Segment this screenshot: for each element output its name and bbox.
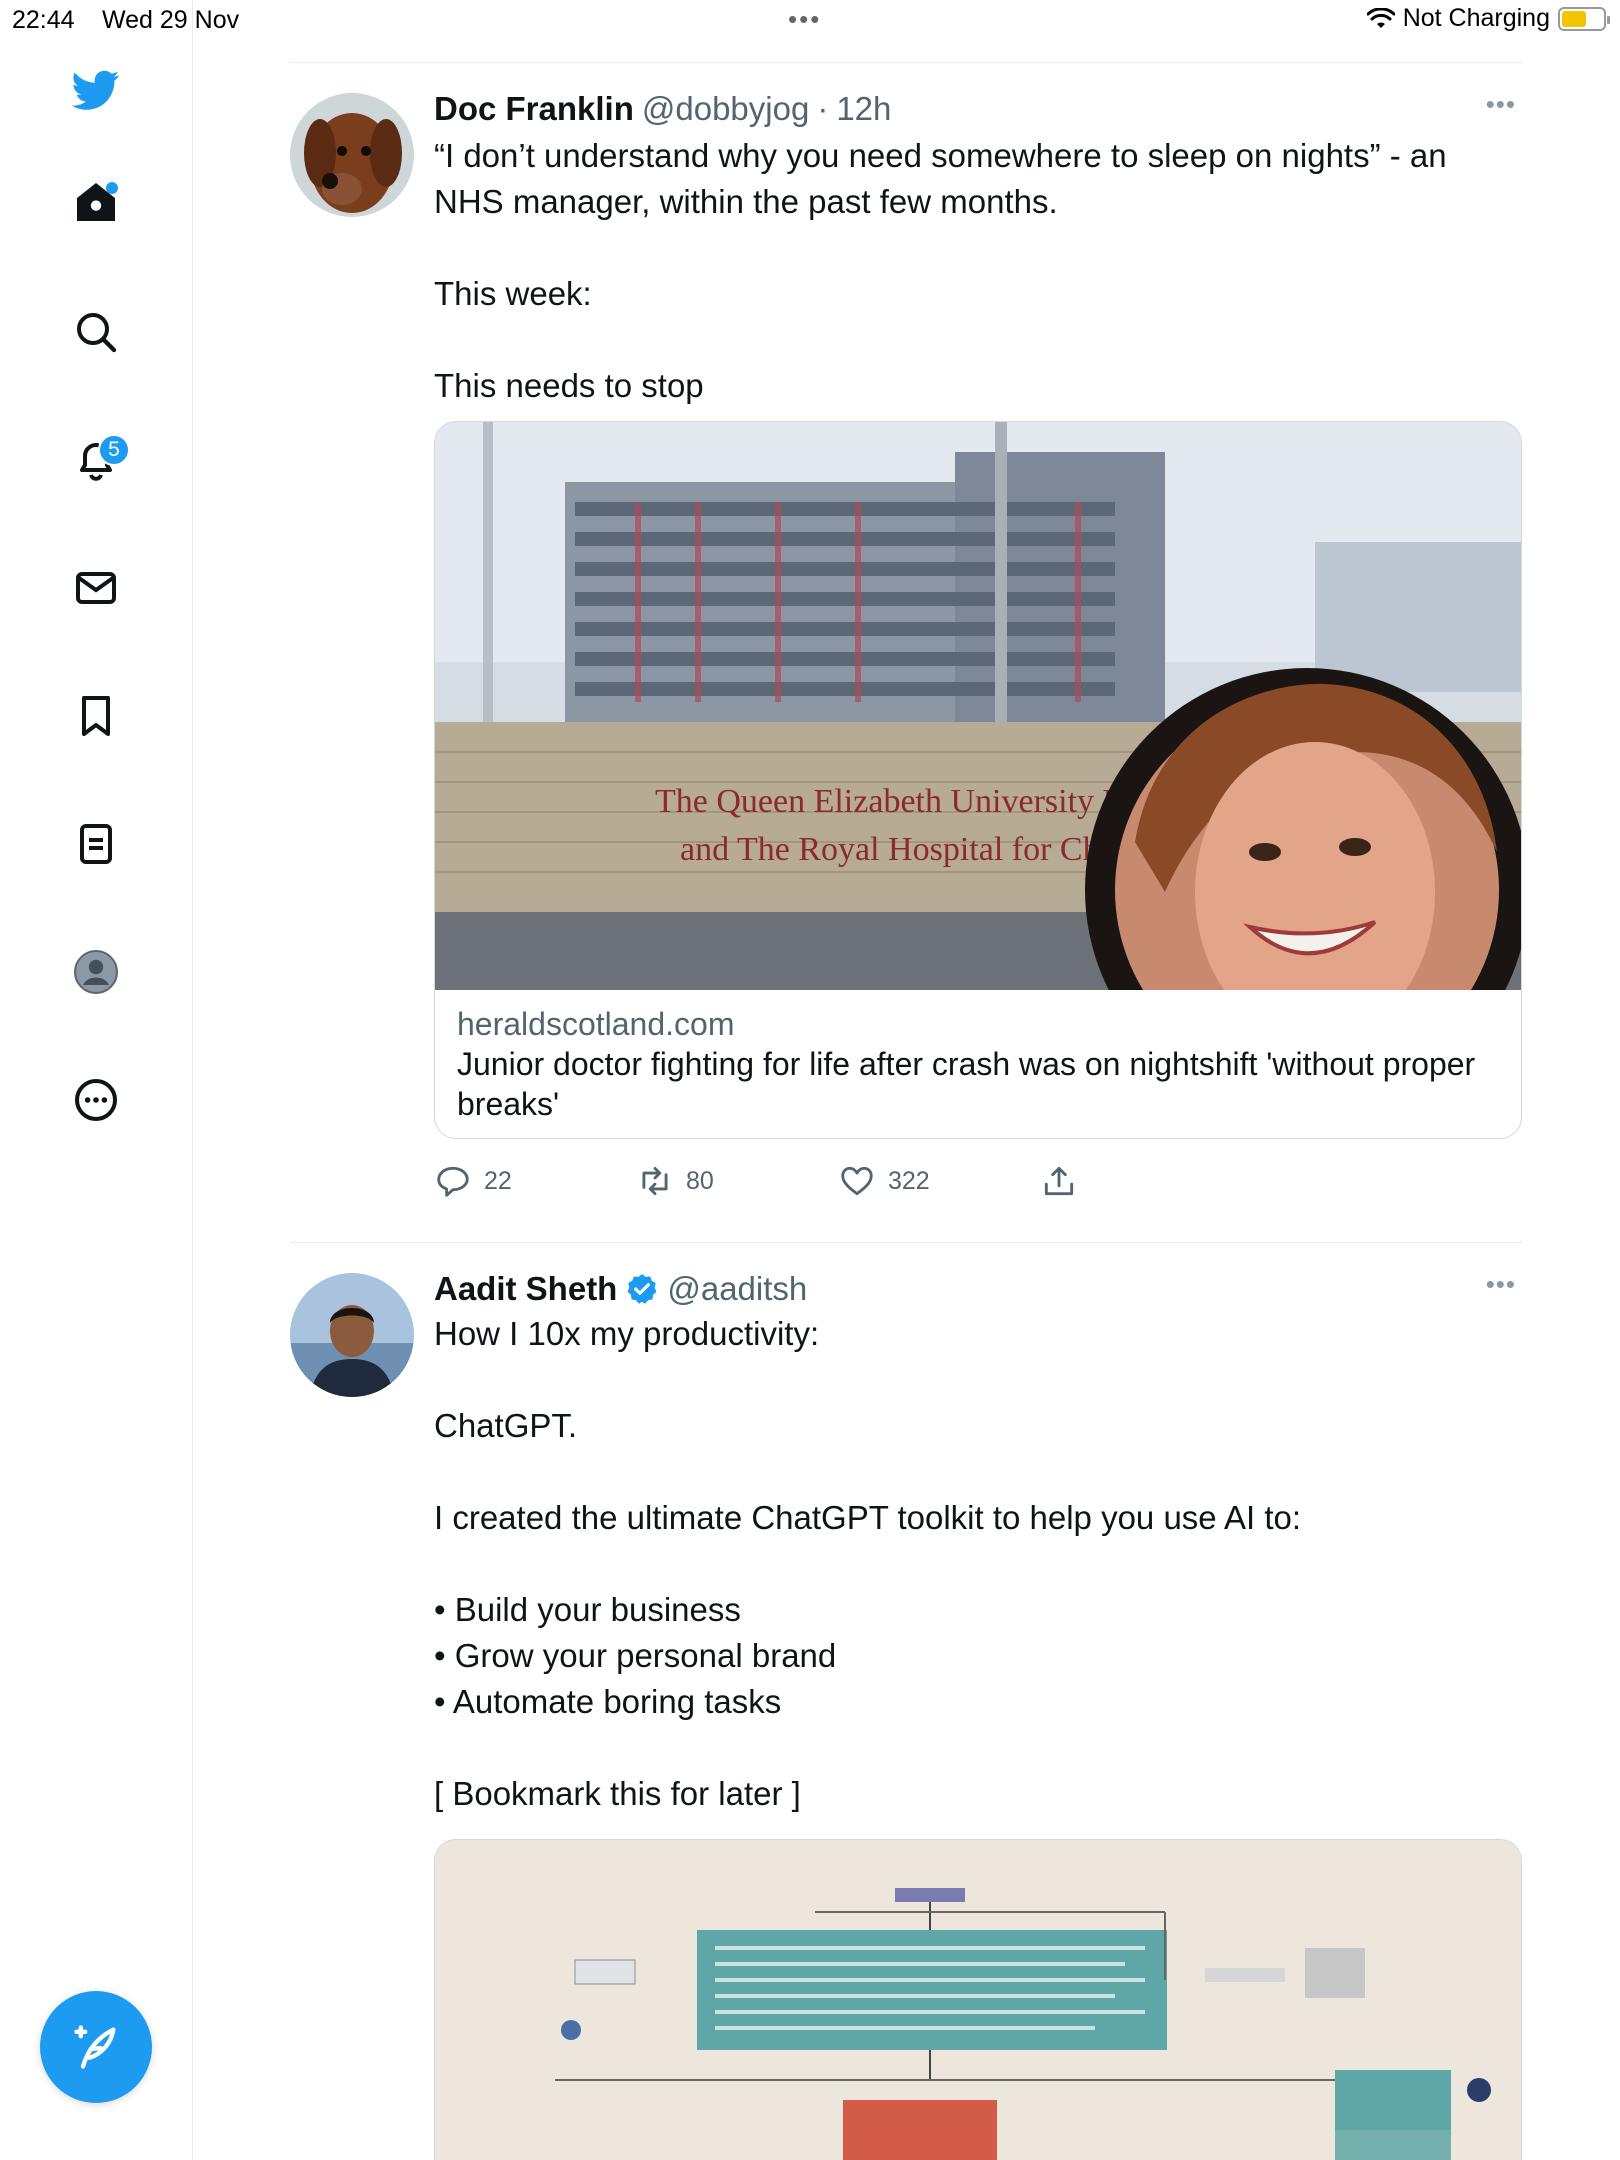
sidebar-item-more[interactable]	[66, 1070, 126, 1130]
sidebar-item-bookmarks[interactable]	[66, 686, 126, 746]
link-card-title: Junior doctor fighting for life after cr…	[457, 1046, 1476, 1122]
tweet-text-line	[434, 1357, 1522, 1403]
tweet-text-line: This needs to stop	[434, 367, 704, 404]
link-card-domain: heraldscotland.com	[457, 1006, 735, 1042]
retweet-button[interactable]: 80	[636, 1162, 838, 1200]
tweet-text-line: • Build your business	[434, 1591, 741, 1628]
reply-count: 22	[484, 1166, 512, 1195]
avatar[interactable]	[290, 1273, 414, 1397]
toolkit-diagram-image	[435, 1840, 1521, 2160]
bookmark-icon	[82, 696, 110, 736]
tweet-body: Aadit Sheth @aaditsh ••• How I 10x my pr…	[434, 1269, 1522, 2160]
retweet-icon	[642, 1166, 668, 1196]
separator-dot: ·	[817, 90, 829, 127]
author-name[interactable]: Aadit Sheth	[434, 1269, 617, 1309]
profile-icon	[74, 950, 118, 994]
tweet-text: How I 10x my productivity: ChatGPT. I cr…	[434, 1311, 1522, 1817]
battery-icon	[1558, 6, 1610, 31]
link-card[interactable]: The Queen Elizabeth University Hos and T…	[434, 421, 1522, 1139]
timeline-feed: Doc Franklin @dobbyjog · 12h ••• “I don’…	[290, 62, 1522, 2160]
tweet-header: Aadit Sheth @aaditsh	[434, 1269, 1522, 1309]
tweet-text-line: I created the ultimate ChatGPT toolkit t…	[434, 1499, 1302, 1536]
author-handle[interactable]: @dobbyjog	[642, 89, 809, 129]
sidebar-item-profile[interactable]	[66, 942, 126, 1002]
search-icon	[77, 313, 117, 353]
battery-status-text: Not Charging	[1402, 4, 1550, 32]
tweet[interactable]: Aadit Sheth @aaditsh ••• How I 10x my pr…	[290, 1243, 1522, 2160]
tweet-text-line	[434, 225, 1522, 271]
sidebar-item-notifications[interactable]: 5	[66, 430, 130, 490]
like-button[interactable]: 322	[838, 1162, 1040, 1200]
tweet-text-line: • Grow your personal brand	[434, 1637, 837, 1674]
hospital-sign-line1: The Queen Elizabeth University Hos	[655, 783, 1157, 820]
tweet-text-line: How I 10x my productivity:	[434, 1315, 820, 1352]
notifications-badge: 5	[98, 434, 130, 466]
link-card-meta[interactable]: heraldscotland.com Junior doctor fightin…	[435, 990, 1521, 1138]
status-bar: 22:44 Wed 29 Nov ••• Not Charging	[0, 0, 1620, 40]
heart-icon	[841, 1166, 873, 1196]
tweet-text: “I don’t understand why you need somewhe…	[434, 133, 1522, 409]
tweet-more-icon[interactable]: •••	[1486, 1269, 1516, 1300]
tweet-text-line	[434, 1541, 1522, 1587]
tweet-text-line	[434, 317, 1522, 363]
like-count: 322	[888, 1166, 930, 1195]
status-right: Not Charging	[1366, 4, 1610, 33]
avatar[interactable]	[290, 93, 414, 217]
tweet-more-icon[interactable]: •••	[1486, 89, 1516, 120]
tweet[interactable]: Doc Franklin @dobbyjog · 12h ••• “I don’…	[290, 63, 1522, 1243]
tweet-text-line	[434, 1725, 1522, 1771]
sidebar-item-explore[interactable]	[66, 302, 126, 362]
more-circle-icon	[75, 1079, 117, 1121]
share-icon	[1044, 1166, 1074, 1196]
verified-badge-icon	[627, 1274, 657, 1304]
tweet-text-line: [ Bookmark this for later ]	[434, 1775, 801, 1812]
sidebar-item-home[interactable]	[66, 172, 126, 232]
author-name[interactable]: Doc Franklin	[434, 89, 634, 129]
compose-tweet-button[interactable]	[40, 1991, 152, 2103]
tweet-text-line: ChatGPT.	[434, 1407, 578, 1444]
wifi-icon	[1366, 7, 1395, 28]
tweet-time[interactable]: 12h	[836, 89, 891, 129]
sidebar-item-lists[interactable]	[66, 814, 126, 874]
tweet-header: Doc Franklin @dobbyjog · 12h	[434, 89, 1522, 129]
compose-feather-icon	[74, 2025, 116, 2069]
multitasking-dots-icon[interactable]: •••	[788, 4, 821, 35]
mail-icon	[76, 572, 116, 604]
home-unread-dot	[106, 182, 118, 194]
tweet-text-line: “I don’t understand why you need somewhe…	[434, 137, 1447, 220]
link-card-image[interactable]: The Queen Elizabeth University Hos and T…	[435, 422, 1521, 990]
sidebar: 5	[0, 0, 193, 2160]
tweet-text-line: This week:	[434, 275, 592, 312]
tweet-body: Doc Franklin @dobbyjog · 12h ••• “I don’…	[434, 89, 1522, 1211]
sidebar-item-messages[interactable]	[66, 558, 126, 618]
reply-button[interactable]: 22	[434, 1162, 636, 1200]
reply-icon	[437, 1166, 469, 1197]
author-handle[interactable]: @aaditsh	[667, 1269, 807, 1309]
tweet-actions: 22 80 322	[434, 1151, 1522, 1211]
share-button[interactable]	[1040, 1162, 1242, 1200]
retweet-count: 80	[686, 1166, 714, 1195]
media-image[interactable]	[434, 1839, 1522, 2160]
list-icon	[80, 824, 112, 864]
twitter-logo-icon[interactable]	[66, 60, 126, 120]
tweet-text-line: • Automate boring tasks	[434, 1683, 782, 1720]
tweet-text-line	[434, 1449, 1522, 1495]
